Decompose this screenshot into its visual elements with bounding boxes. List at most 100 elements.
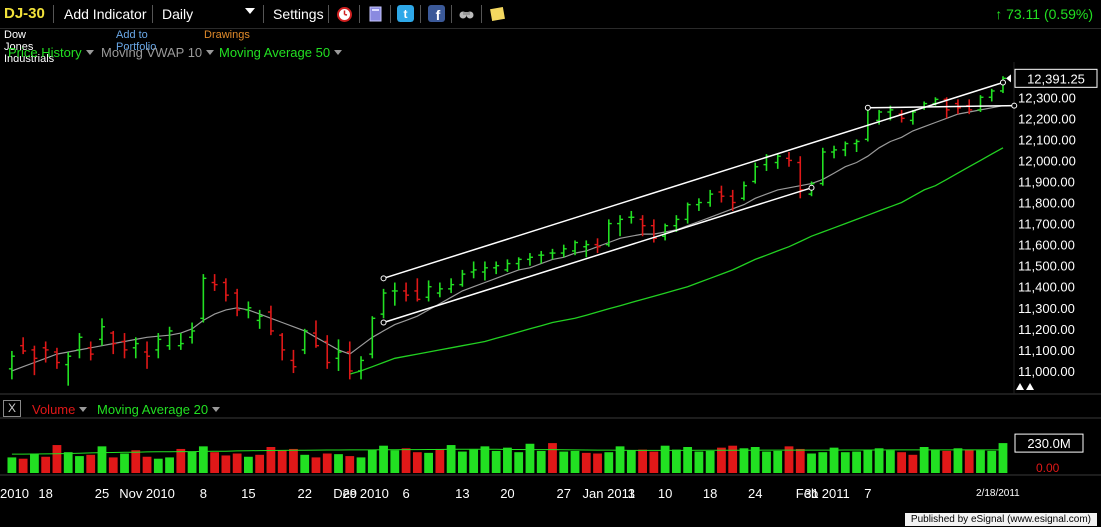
alarm-clock-icon[interactable] bbox=[336, 5, 353, 22]
ma50-line bbox=[349, 147, 1004, 375]
trendline-handle bbox=[999, 79, 1006, 86]
volume-bar bbox=[131, 450, 141, 473]
timeframe-select[interactable]: Daily bbox=[162, 6, 193, 22]
y-tick-label: 11,800.00 bbox=[1018, 196, 1075, 211]
change-value: 73.11 (0.59%) bbox=[1006, 6, 1093, 22]
drawings-link[interactable]: Drawings bbox=[204, 29, 250, 41]
x-tick-label: 18 bbox=[38, 486, 52, 501]
ma20-label: Moving Average 20 bbox=[97, 402, 209, 417]
volume-bar bbox=[300, 454, 310, 473]
ma20-study[interactable]: Moving Average 20 bbox=[97, 402, 226, 417]
x-tick-label: Feb 2011 bbox=[796, 486, 850, 501]
volume-bar bbox=[18, 458, 28, 473]
x-tick-label: 15 bbox=[241, 486, 255, 501]
volume-bar bbox=[728, 445, 738, 473]
vwap-label: Moving VWAP 10 bbox=[101, 45, 203, 60]
binoculars-icon[interactable] bbox=[458, 5, 475, 22]
trendline-handle bbox=[808, 184, 815, 191]
volume-bar bbox=[705, 450, 715, 473]
volume-bar bbox=[964, 449, 974, 473]
volume-bar bbox=[187, 451, 197, 473]
svg-text:f: f bbox=[436, 7, 441, 22]
ma50-study[interactable]: Moving Average 50 bbox=[219, 45, 348, 60]
scroll-up-icon bbox=[1016, 383, 1024, 390]
price-chart[interactable]: 12,300.00 12,200.00 12,100.00 12,000.00 11,9… bbox=[0, 62, 1101, 513]
arrow-up-icon: ↑ bbox=[995, 6, 1003, 22]
volume-bar bbox=[671, 449, 681, 473]
twitter-icon[interactable]: t bbox=[397, 5, 414, 22]
volume-bar bbox=[807, 453, 816, 473]
x-tick-label: 6 bbox=[402, 486, 409, 501]
x-tick-label: 24 bbox=[748, 486, 762, 501]
y-tick-label: 11,300.00 bbox=[1018, 301, 1075, 316]
volume-bar bbox=[63, 452, 73, 473]
price-history-label: Price History bbox=[8, 45, 82, 60]
volume-bar bbox=[536, 450, 546, 473]
toolbar-divider bbox=[328, 5, 329, 23]
volume-bar bbox=[198, 446, 208, 473]
trendline-handle bbox=[864, 104, 871, 111]
toolbar-divider bbox=[451, 5, 452, 23]
chevron-down-icon[interactable] bbox=[212, 407, 221, 413]
volume-bar bbox=[750, 447, 760, 473]
volume-bar bbox=[469, 449, 479, 473]
scroll-up-icon bbox=[1026, 383, 1034, 390]
chevron-down-icon[interactable] bbox=[85, 50, 94, 56]
vwap-study[interactable]: Moving VWAP 10 bbox=[101, 45, 220, 60]
facebook-icon[interactable]: f bbox=[428, 5, 445, 22]
note-icon[interactable] bbox=[489, 5, 506, 22]
volume-bar bbox=[232, 453, 242, 473]
x-tick-label: 10 bbox=[658, 486, 672, 501]
toolbar-divider bbox=[420, 5, 421, 23]
volume-bar bbox=[311, 457, 321, 473]
volume-label: Volume bbox=[32, 402, 76, 417]
volume-bar bbox=[559, 451, 569, 473]
volume-bar bbox=[75, 456, 84, 473]
book-icon[interactable] bbox=[367, 5, 384, 22]
last-price-marker bbox=[1006, 74, 1011, 83]
volume-bar bbox=[412, 452, 422, 473]
volume-bar bbox=[255, 454, 265, 473]
y-tick-label: 11,600.00 bbox=[1018, 238, 1075, 253]
chevron-down-icon[interactable] bbox=[334, 50, 343, 56]
trendline bbox=[383, 81, 1004, 280]
chevron-down-icon[interactable] bbox=[206, 50, 215, 56]
volume-bar bbox=[345, 456, 355, 473]
x-tick-label: 13 bbox=[455, 486, 469, 501]
price-history-study[interactable]: Price History bbox=[8, 45, 100, 60]
publisher-credit: Published by eSignal (www.esignal.com) bbox=[904, 513, 1097, 526]
trendline-handle bbox=[1011, 102, 1018, 109]
chevron-down-icon[interactable] bbox=[245, 8, 255, 14]
volume-bar bbox=[491, 450, 501, 473]
volume-bar bbox=[424, 452, 433, 473]
volume-studies-row: Volume Moving Average 20 bbox=[32, 402, 226, 417]
x-tick-label: 18 bbox=[703, 486, 717, 501]
volume-bar bbox=[908, 454, 918, 473]
volume-bar bbox=[244, 456, 253, 473]
x-tick-label: 3 bbox=[628, 486, 635, 501]
volume-study[interactable]: Volume bbox=[32, 402, 93, 417]
chevron-down-icon[interactable] bbox=[79, 407, 88, 413]
trendline bbox=[383, 187, 812, 324]
x-tick-label: 25 bbox=[95, 486, 109, 501]
x-tick-label: Dec 2010 bbox=[333, 486, 389, 501]
volume-bar bbox=[885, 450, 895, 473]
toolbar-divider bbox=[390, 5, 391, 23]
volume-bar bbox=[210, 452, 220, 473]
y-tick-label: 11,500.00 bbox=[1018, 259, 1075, 274]
symbol-input[interactable]: DJ-30 bbox=[4, 5, 45, 22]
add-indicator-button[interactable]: Add Indicator bbox=[64, 6, 147, 22]
volume-bar bbox=[998, 443, 1008, 473]
volume-bar bbox=[334, 454, 343, 473]
volume-bar bbox=[717, 447, 726, 473]
volume-bar bbox=[863, 449, 873, 473]
y-tick-label: 11,100.00 bbox=[1018, 343, 1075, 358]
volume-bar bbox=[7, 457, 17, 473]
settings-button[interactable]: Settings bbox=[273, 6, 324, 22]
volume-bar bbox=[762, 451, 771, 473]
toolbar-divider bbox=[359, 5, 360, 23]
volume-bar bbox=[30, 453, 39, 473]
close-volume-button[interactable]: X bbox=[3, 400, 21, 417]
volume-bar bbox=[874, 448, 884, 473]
x-tick-label: 8 bbox=[200, 486, 207, 501]
